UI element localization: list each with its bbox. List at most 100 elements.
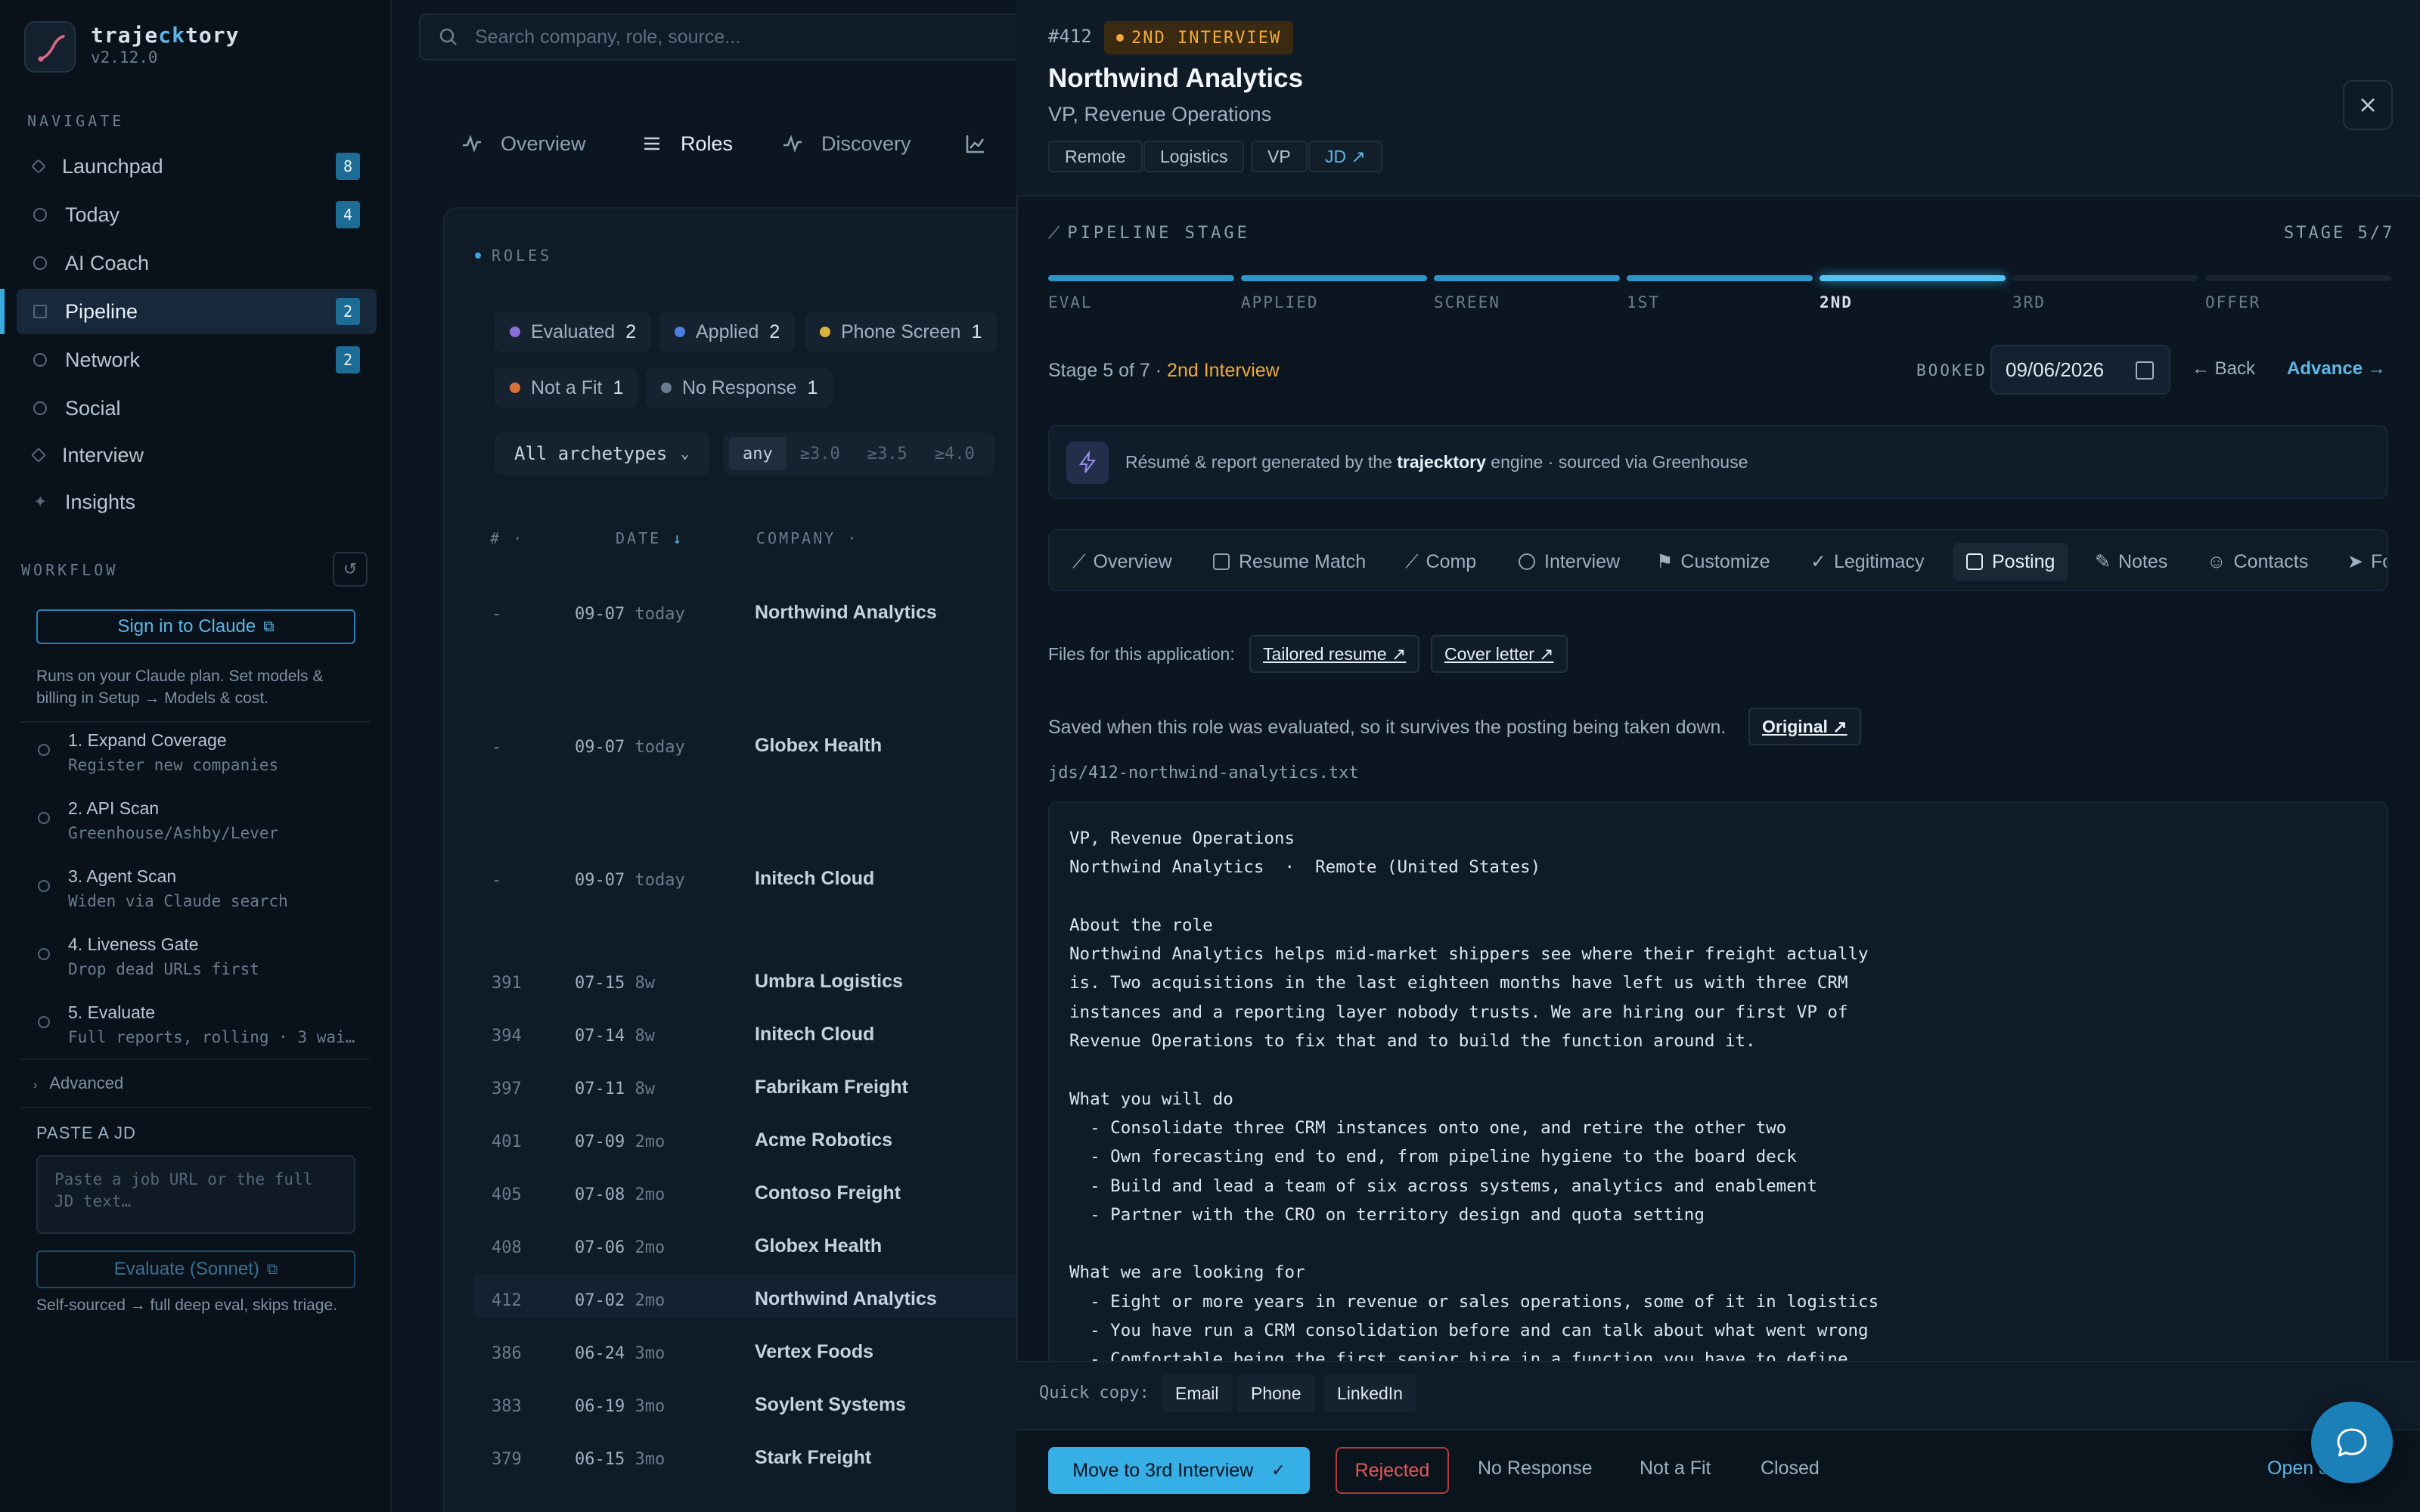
table-row[interactable]: 394 07-14 8w Initech Cloud: [473, 1019, 1033, 1061]
chat-fab-button[interactable]: [2311, 1402, 2393, 1483]
table-row[interactable]: 405 07-08 2mo Contoso Freight: [473, 1178, 1033, 1220]
tab-interview[interactable]: Interview: [1505, 543, 1634, 581]
original-posting-link[interactable]: Original ↗: [1748, 708, 1861, 745]
filter-chip[interactable]: Phone Screen 1: [805, 311, 997, 352]
jd-link[interactable]: JD ↗: [1308, 141, 1382, 172]
calendar-icon[interactable]: [2136, 361, 2154, 380]
workflow-step[interactable]: 1. Expand Coverage Register new companie…: [38, 730, 371, 783]
active-indicator: [0, 289, 5, 334]
close-button[interactable]: [2343, 80, 2393, 130]
company-title: Northwind Analytics: [1048, 64, 1304, 93]
tab-customize[interactable]: ⚑ Customize: [1643, 543, 1784, 581]
tab-legitimacy[interactable]: ✓ Legitimacy: [1797, 543, 1938, 581]
chart-icon: [966, 135, 985, 153]
quick-copy-label: Quick copy:: [1039, 1383, 1150, 1402]
stage-label[interactable]: 1ST: [1627, 293, 1660, 311]
table-row[interactable]: 401 07-09 2mo Acme Robotics: [473, 1125, 1033, 1167]
sign-in-label: Sign in to Claude: [117, 616, 256, 637]
chat-icon: [1519, 553, 1535, 570]
sidebar-divider: [21, 1058, 371, 1060]
nav-social[interactable]: Social: [17, 386, 377, 431]
row-number: -: [492, 605, 502, 624]
row-number: 401: [492, 1132, 522, 1151]
app-logo: [24, 21, 76, 73]
nav-interview[interactable]: Interview: [17, 432, 377, 478]
booked-date-input[interactable]: 09/06/2026: [1990, 345, 2170, 395]
sign-in-claude-button[interactable]: Sign in to Claude ⧉: [36, 609, 355, 644]
nav-today[interactable]: Today 4: [17, 192, 377, 237]
table-row[interactable]: - 09-07 today Northwind Analytics: [473, 597, 1033, 658]
table-row[interactable]: 408 07-06 2mo Globex Health: [473, 1231, 1033, 1273]
workflow-reset-button[interactable]: ↺: [333, 552, 368, 587]
filter-chip[interactable]: Evaluated 2: [495, 311, 652, 352]
nav-pipeline[interactable]: Pipeline 2: [17, 289, 377, 334]
nav-network[interactable]: Network 2: [17, 337, 377, 383]
table-row[interactable]: - 09-07 today Initech Cloud: [473, 863, 1033, 924]
filter-chip[interactable]: No Response 1: [646, 367, 833, 408]
table-row[interactable]: 397 07-11 8w Fabrikam Freight: [473, 1072, 1033, 1114]
stage-label[interactable]: SCREEN: [1434, 293, 1500, 311]
filter-chip[interactable]: Not a Fit 1: [495, 367, 639, 408]
table-row[interactable]: 379 06-15 3mo Stark Freight: [473, 1442, 1033, 1485]
nav-label: Launchpad: [62, 154, 163, 178]
nav-launchpad[interactable]: Launchpad 8: [17, 144, 377, 189]
paste-jd-textarea[interactable]: Paste a job URL or the full JD text…: [36, 1155, 355, 1234]
evaluate-button[interactable]: Evaluate (Sonnet) ⧉: [36, 1250, 355, 1288]
tab-comp[interactable]: ⟋ Comp: [1392, 543, 1490, 581]
score-option[interactable]: ≥3.5: [854, 437, 921, 470]
table-row[interactable]: 383 06-19 3mo Soylent Systems: [473, 1390, 1033, 1432]
rejected-button[interactable]: Rejected: [1336, 1447, 1449, 1494]
row-company: Globex Health: [755, 735, 883, 756]
table-row[interactable]: - 09-07 today Globex Health: [473, 730, 1033, 791]
tab-posting[interactable]: Posting: [1953, 543, 2069, 581]
tab-more[interactable]: ➤Fo: [2334, 543, 2387, 581]
tab-contacts[interactable]: ☺ Contacts: [2193, 543, 2322, 581]
filter-chip[interactable]: Applied 2: [659, 311, 796, 352]
tab-resume-match[interactable]: Resume Match: [1199, 543, 1379, 581]
stage-label[interactable]: OFFER: [2205, 293, 2260, 311]
col-header-company[interactable]: COMPANY ·: [756, 529, 858, 547]
table-row[interactable]: 412 07-02 2mo Northwind Analytics: [473, 1275, 1033, 1317]
score-option[interactable]: any: [729, 437, 786, 470]
col-header-date[interactable]: DATE ↓: [616, 529, 684, 547]
workflow-step[interactable]: 2. API Scan Greenhouse/Ashby/Lever: [38, 798, 371, 851]
tab-notes[interactable]: ✎ Notes: [2081, 543, 2181, 581]
cover-letter-link[interactable]: Cover letter ↗: [1431, 635, 1568, 673]
move-stage-button[interactable]: Move to 3rd Interview ✓: [1048, 1447, 1310, 1494]
search-bar[interactable]: Search company, role, source...: [419, 14, 1039, 60]
tab-analytics[interactable]: [965, 124, 986, 163]
jd-line: - Own forecasting end to end, from pipel…: [1069, 1147, 1797, 1167]
flag-icon: ⚑: [1656, 551, 1674, 572]
stage-label[interactable]: 3RD: [2012, 293, 2046, 311]
copy-email-button[interactable]: Email: [1162, 1374, 1233, 1412]
stage-label[interactable]: EVAL: [1048, 293, 1093, 311]
tab-overview[interactable]: Overview: [461, 124, 586, 163]
no-response-button[interactable]: No Response: [1478, 1458, 1592, 1479]
copy-linkedin-button[interactable]: LinkedIn: [1323, 1374, 1416, 1412]
score-option[interactable]: ≥3.0: [786, 437, 854, 470]
tab-overview[interactable]: ⟋ Overview: [1059, 543, 1186, 581]
stage-label-current[interactable]: 2ND: [1820, 293, 1853, 311]
tailored-resume-link[interactable]: Tailored resume ↗: [1249, 635, 1420, 673]
workflow-step[interactable]: 3. Agent Scan Widen via Claude search: [38, 866, 371, 919]
workflow-step[interactable]: 5. Evaluate Full reports, rolling · 3 wa…: [38, 1002, 371, 1055]
not-a-fit-button[interactable]: Not a Fit: [1640, 1458, 1711, 1479]
table-row[interactable]: 391 07-15 8w Umbra Logistics: [473, 966, 1033, 1009]
col-header-num[interactable]: # ·: [490, 529, 524, 547]
advance-button[interactable]: Advance →: [2287, 358, 2386, 380]
status-dot-icon: [661, 383, 672, 393]
table-row[interactable]: 386 06-24 3mo Vertex Foods: [473, 1337, 1033, 1379]
archetype-select[interactable]: All archetypes ⌄: [495, 432, 709, 475]
back-button[interactable]: ← Back: [2192, 358, 2255, 380]
jd-text-box[interactable]: VP, Revenue Operations Northwind Analytic…: [1048, 801, 2388, 1368]
workflow-step[interactable]: 4. Liveness Gate Drop dead URLs first: [38, 934, 371, 987]
tab-roles[interactable]: Roles: [641, 124, 733, 163]
stage-label[interactable]: APPLIED: [1241, 293, 1319, 311]
closed-button[interactable]: Closed: [1761, 1458, 1820, 1479]
copy-phone-button[interactable]: Phone: [1237, 1374, 1315, 1412]
nav-ai-coach[interactable]: AI Coach: [17, 240, 377, 286]
nav-insights[interactable]: ✦ Insights: [17, 479, 377, 525]
tab-discovery[interactable]: Discovery: [782, 124, 911, 163]
advanced-toggle[interactable]: › Advanced: [33, 1074, 123, 1093]
score-option[interactable]: ≥4.0: [921, 437, 988, 470]
